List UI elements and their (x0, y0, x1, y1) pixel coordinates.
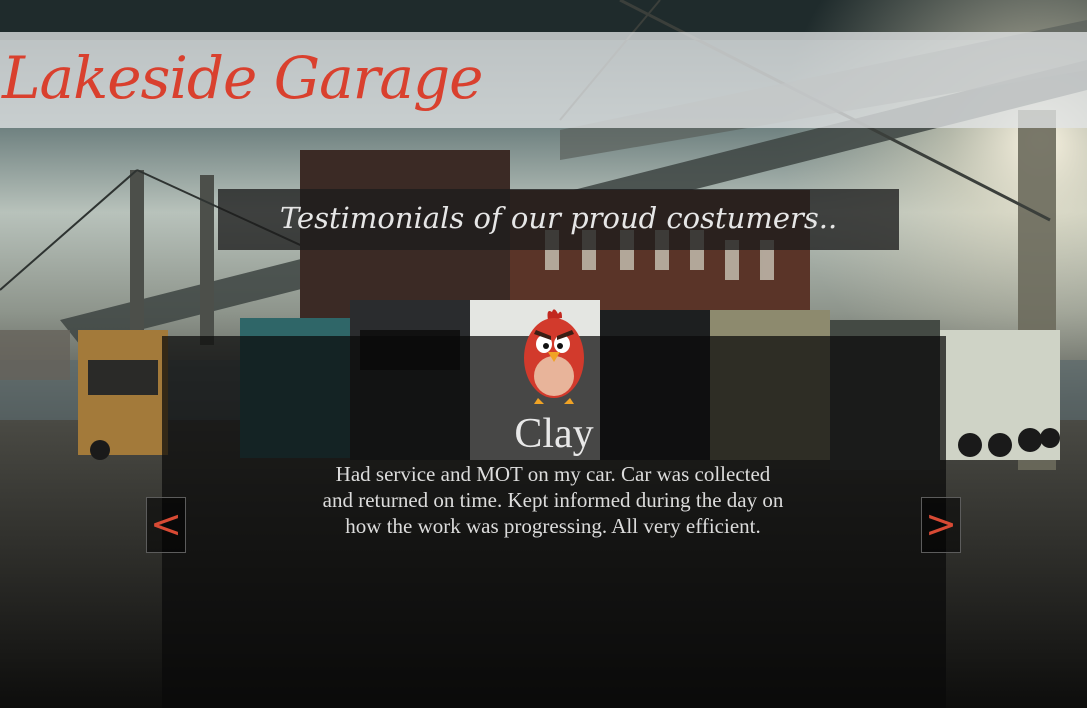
site-header: Lakeside Garage (0, 32, 1087, 128)
avatar-graphic (524, 309, 584, 404)
testimonial-quote: Had service and MOT on my car. Car was c… (322, 462, 784, 538)
carousel-prev-button[interactable]: < (146, 497, 186, 553)
section-heading-box: Testimonials of our proud costumers.. (218, 189, 899, 250)
carousel-next-button[interactable]: > (921, 497, 961, 553)
site-title[interactable]: Lakeside Garage (2, 42, 483, 114)
red-bird-avatar-icon (518, 306, 590, 406)
section-heading: Testimonials of our proud costumers.. (279, 201, 838, 235)
testimonial-author: Clay (514, 411, 594, 457)
